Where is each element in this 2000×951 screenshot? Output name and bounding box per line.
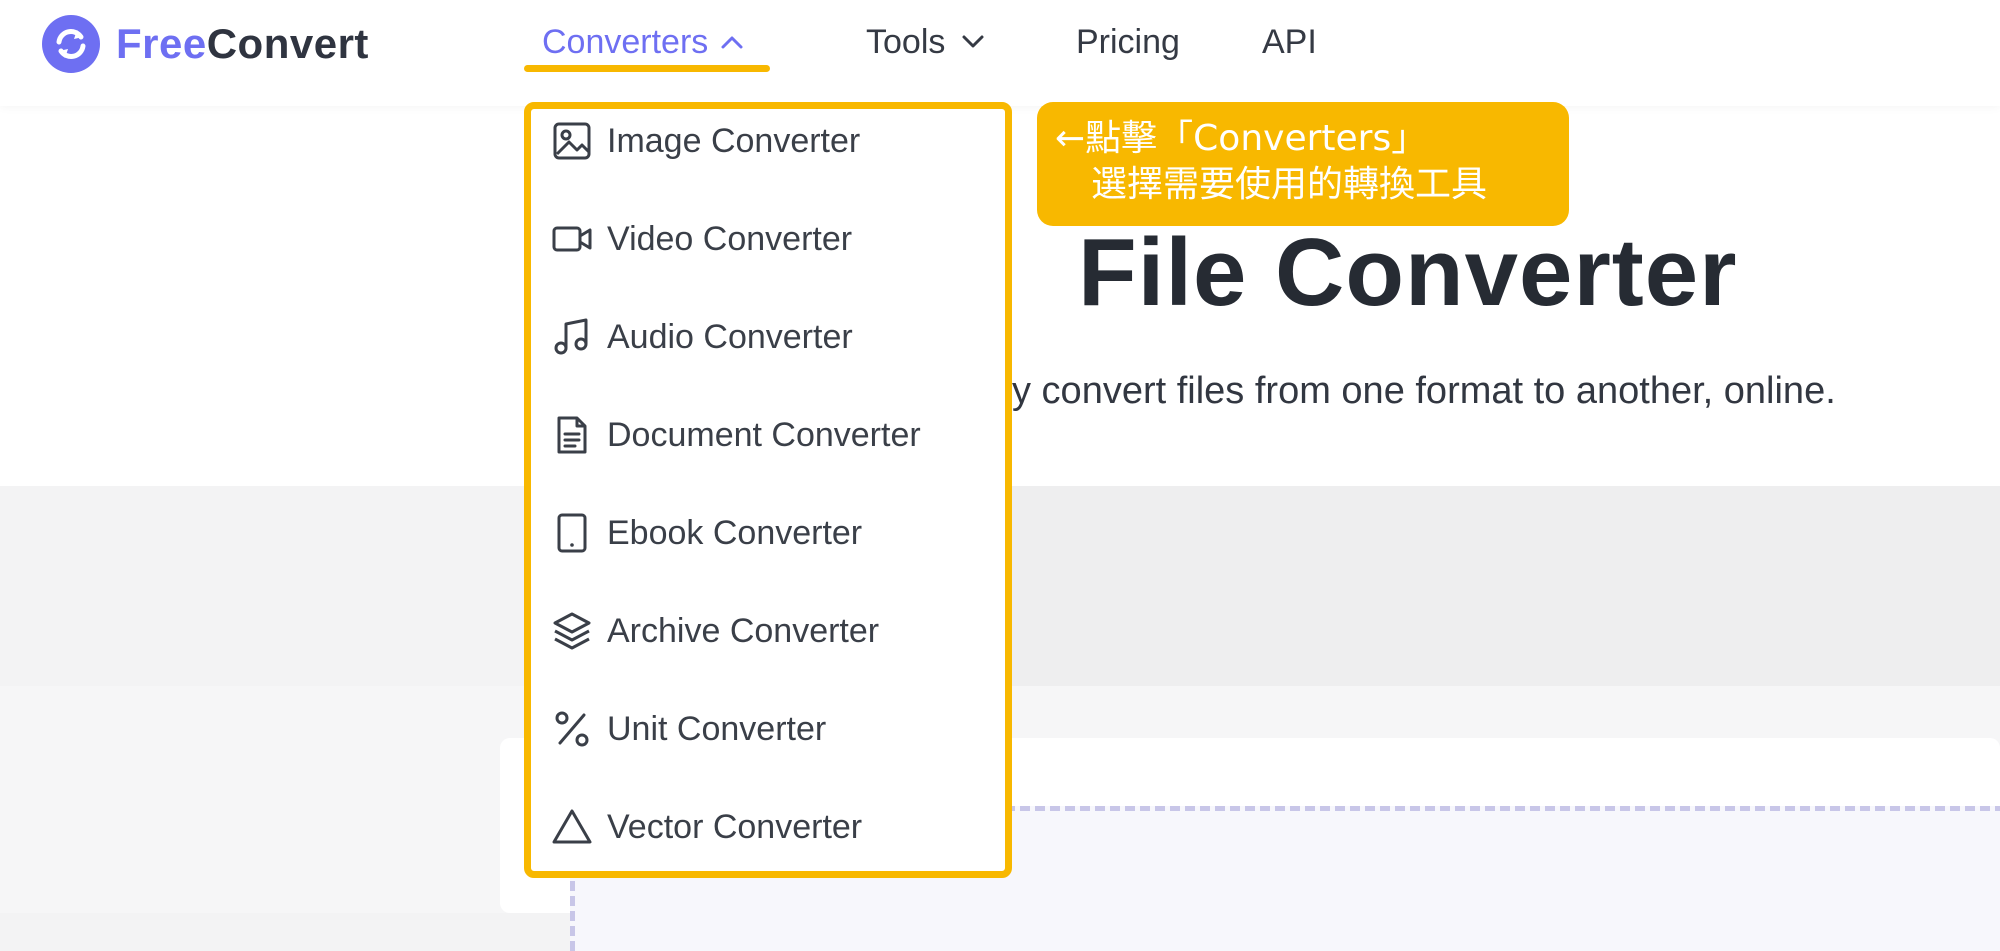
document-icon bbox=[557, 416, 587, 454]
menu-item-image-converter[interactable]: Image Converter bbox=[551, 111, 860, 171]
menu-item-label: Ebook Converter bbox=[607, 513, 863, 552]
percent-icon bbox=[555, 711, 589, 747]
converters-dropdown-menu: Image Converter Video Converter Audio Co… bbox=[524, 102, 1012, 878]
nav-converters-label: Converters bbox=[542, 22, 709, 61]
logo-wordmark: FreeConvert bbox=[116, 20, 369, 67]
nav-converters[interactable]: Converters bbox=[542, 18, 744, 66]
triangle-icon bbox=[552, 809, 592, 844]
menu-item-archive-converter[interactable]: Archive Converter bbox=[551, 601, 879, 661]
tablet-icon bbox=[557, 513, 587, 553]
annotation-line-2: 選擇需要使用的轉換工具 bbox=[1091, 164, 1488, 205]
page-title: File Converter bbox=[1078, 219, 1738, 326]
video-icon bbox=[552, 226, 592, 252]
nav-api-label: API bbox=[1262, 22, 1317, 61]
nav-pricing-label: Pricing bbox=[1076, 22, 1180, 61]
menu-item-label: Image Converter bbox=[607, 121, 861, 160]
menu-item-label: Document Converter bbox=[607, 415, 921, 454]
top-navbar: FreeConvert Converters Tools Pricing API bbox=[0, 0, 2000, 106]
menu-item-document-converter[interactable]: Document Converter bbox=[551, 405, 921, 465]
menu-item-unit-converter[interactable]: Unit Converter bbox=[551, 699, 826, 759]
menu-item-label: Audio Converter bbox=[607, 317, 853, 356]
nav-tools[interactable]: Tools bbox=[866, 18, 985, 66]
nav-api[interactable]: API bbox=[1262, 18, 1317, 66]
logo-sync-icon bbox=[42, 15, 100, 73]
menu-item-video-converter[interactable]: Video Converter bbox=[551, 209, 852, 269]
menu-item-vector-converter[interactable]: Vector Converter bbox=[551, 797, 862, 857]
music-note-icon bbox=[554, 318, 588, 355]
chevron-down-icon bbox=[962, 35, 984, 48]
menu-item-audio-converter[interactable]: Audio Converter bbox=[551, 307, 853, 367]
page-subtitle: y convert files from one format to anoth… bbox=[1012, 370, 1836, 412]
gray-band bbox=[1010, 486, 2000, 686]
menu-item-label: Unit Converter bbox=[607, 709, 827, 748]
menu-item-label: Video Converter bbox=[607, 219, 853, 258]
nav-tools-label: Tools bbox=[866, 22, 946, 61]
freeconvert-logo[interactable]: FreeConvert bbox=[42, 14, 369, 74]
active-nav-highlight bbox=[524, 65, 770, 72]
layers-icon bbox=[553, 612, 591, 650]
menu-item-label: Vector Converter bbox=[607, 807, 863, 846]
image-icon bbox=[553, 122, 591, 160]
annotation-line-1: ←點擊「Converters」 bbox=[1055, 118, 1428, 159]
menu-item-label: Archive Converter bbox=[607, 611, 880, 650]
nav-pricing[interactable]: Pricing bbox=[1076, 18, 1180, 66]
menu-item-ebook-converter[interactable]: Ebook Converter bbox=[551, 503, 862, 563]
chevron-up-icon bbox=[721, 36, 743, 49]
tutorial-annotation-callout: ←點擊「Converters」 選擇需要使用的轉換工具 bbox=[1037, 102, 1569, 226]
